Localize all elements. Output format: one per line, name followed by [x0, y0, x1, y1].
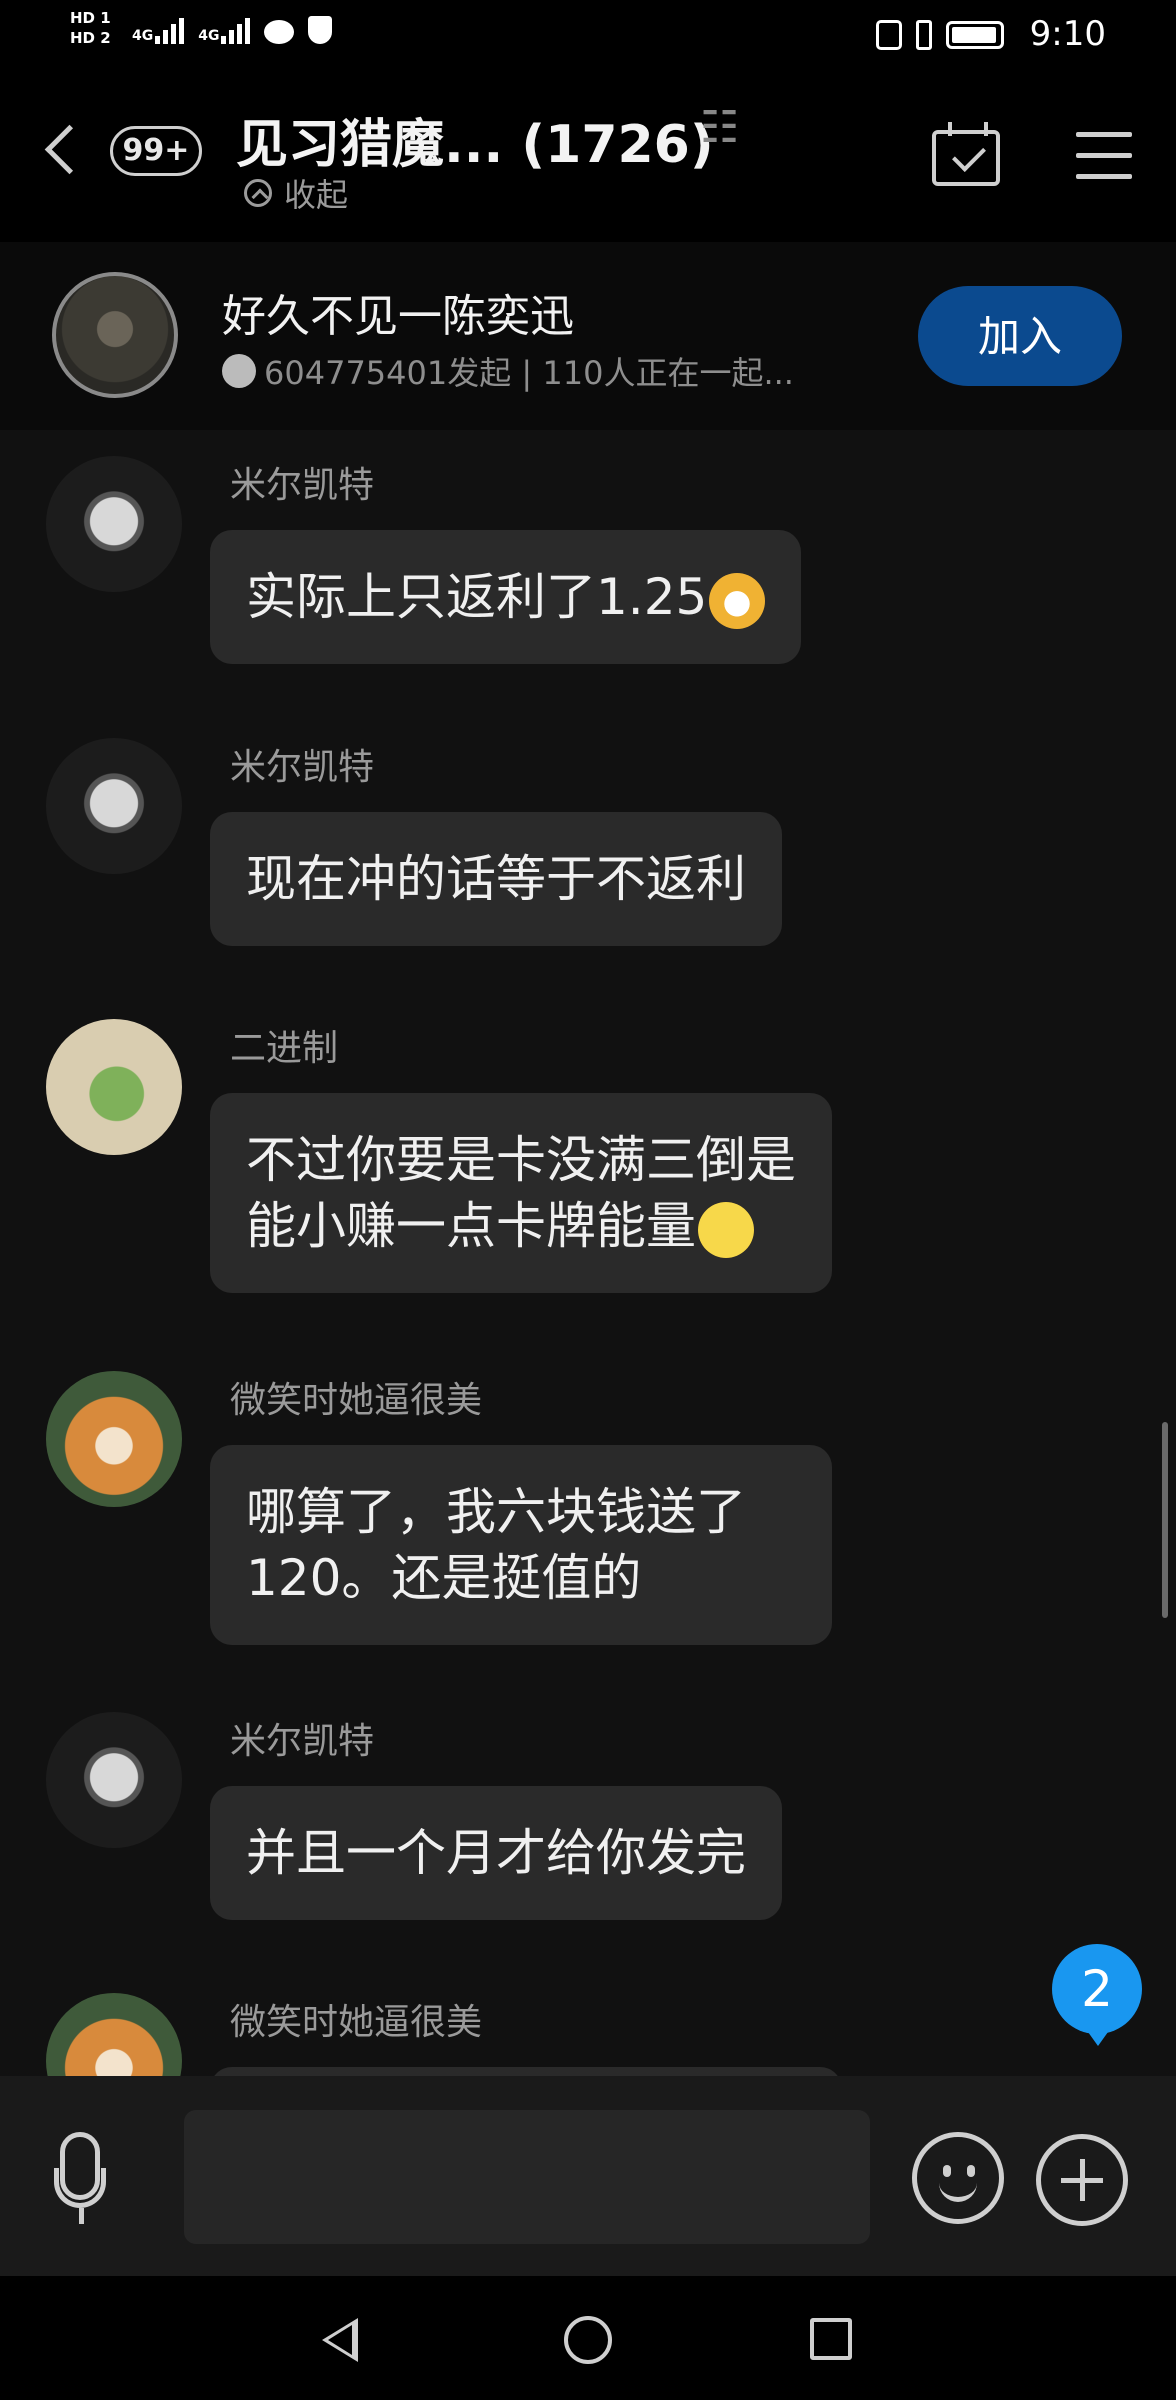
message-bubble[interactable]: 不过你要是卡没满三倒是 能小赚一点卡牌能量: [210, 1093, 832, 1293]
message-text-line: 哪算了，我六块钱送了: [246, 1483, 746, 1541]
chevron-up-icon: [244, 179, 272, 207]
avatar[interactable]: [46, 1993, 182, 2076]
scrollbar[interactable]: [1162, 1422, 1168, 1618]
status-bar: HD 1 HD 2 4G 4G 9:10: [0, 0, 1176, 72]
message-text-line: 能小赚一点卡牌能量: [246, 1197, 696, 1255]
calendar-check-icon[interactable]: [932, 122, 1000, 186]
sim-indicators: HD 1 HD 2: [70, 8, 111, 48]
shield-icon: [308, 16, 333, 44]
nav-recent-icon[interactable]: [810, 2318, 852, 2360]
message-bubble[interactable]: 实际上只返利了1.25: [210, 530, 802, 664]
song-cover: [52, 272, 178, 398]
emoji-icon[interactable]: [912, 2132, 1004, 2224]
plus-icon[interactable]: [1036, 2134, 1128, 2226]
message-text-line: 不过你要是卡没满三倒是: [246, 1131, 796, 1189]
sender-name: 微笑时她逼很美: [230, 1380, 483, 1421]
message-bubble[interactable]: 并且一个月才给你发完: [210, 1786, 782, 1920]
join-button[interactable]: 加入: [918, 286, 1122, 386]
sender-name: 米尔凯特: [230, 1721, 375, 1762]
avatar[interactable]: [46, 1712, 182, 1848]
message-text: 实际上只返利了1.25: [246, 568, 708, 626]
sender-name: 米尔凯特: [230, 465, 375, 506]
mic-icon-stem: [79, 2208, 84, 2224]
message-text: 并且一个月才给你发完: [246, 1824, 746, 1882]
chat-header: 99+ 见习猎魔... (1726) ☷ 收起: [0, 72, 1176, 242]
nav-back-icon[interactable]: [322, 2318, 358, 2362]
sim2-label: HD 2: [70, 29, 111, 47]
input-bar: [0, 2076, 1176, 2276]
host-avatar: [222, 354, 256, 388]
avatar[interactable]: [46, 456, 182, 592]
message-text: 现在冲的话等于不返利: [246, 850, 746, 908]
new-message-badge[interactable]: 2: [1052, 1944, 1142, 2046]
message-bubble[interactable]: [210, 2067, 842, 2076]
signal-icon: [155, 18, 185, 44]
session-info: 604775401发起 | 110人正在一起...: [222, 348, 794, 394]
message-input[interactable]: [184, 2110, 870, 2244]
collapse-toggle[interactable]: 收起: [244, 170, 348, 216]
message-bubble[interactable]: 哪算了，我六块钱送了 120。还是挺值的: [210, 1445, 832, 1645]
vibrate-icon: [916, 20, 932, 50]
message-text-line: 120。还是挺值的: [246, 1549, 642, 1607]
listen-together-banner[interactable]: 好久不见一陈奕迅 604775401发起 | 110人正在一起... 加入: [0, 242, 1176, 430]
message-list[interactable]: 米尔凯特 实际上只返利了1.25 米尔凯特 现在冲的话等于不返利 二进制 不过你…: [0, 430, 1176, 2076]
system-nav-bar: [0, 2276, 1176, 2400]
ear-icon[interactable]: ☷: [700, 102, 739, 153]
signal-group: 4G 4G: [132, 16, 333, 44]
menu-icon[interactable]: [1076, 132, 1132, 180]
collapse-label: 收起: [284, 176, 349, 214]
network-type-2: 4G: [198, 28, 220, 44]
nfc-icon: [876, 20, 902, 50]
status-right-icons: [876, 20, 1004, 50]
clock: 9:10: [1029, 14, 1106, 54]
group-title[interactable]: 见习猎魔... (1726): [236, 102, 714, 177]
unread-count-badge[interactable]: 99+: [110, 126, 202, 176]
smirk-face-emoji-icon: [698, 1201, 754, 1258]
message-bubble[interactable]: 现在冲的话等于不返利: [210, 812, 782, 946]
back-icon[interactable]: [44, 124, 95, 175]
wechat-icon: [264, 20, 295, 44]
sender-name: 二进制: [230, 1028, 339, 1069]
avatar[interactable]: [46, 1371, 182, 1507]
battery-icon: [946, 21, 1004, 49]
avatar[interactable]: [46, 1019, 182, 1155]
song-title: 好久不见一陈奕迅: [222, 291, 574, 342]
avatar[interactable]: [46, 738, 182, 874]
cat-face-emoji-icon: [709, 572, 766, 629]
sender-name: 微笑时她逼很美: [230, 2002, 483, 2043]
nav-home-icon[interactable]: [564, 2316, 612, 2364]
session-subtitle: 604775401发起 | 110人正在一起...: [264, 354, 794, 392]
signal-icon: [221, 18, 251, 44]
sim1-label: HD 1: [70, 9, 111, 27]
mic-icon-base: [54, 2168, 106, 2208]
network-type-1: 4G: [132, 28, 154, 44]
sender-name: 米尔凯特: [230, 747, 375, 788]
